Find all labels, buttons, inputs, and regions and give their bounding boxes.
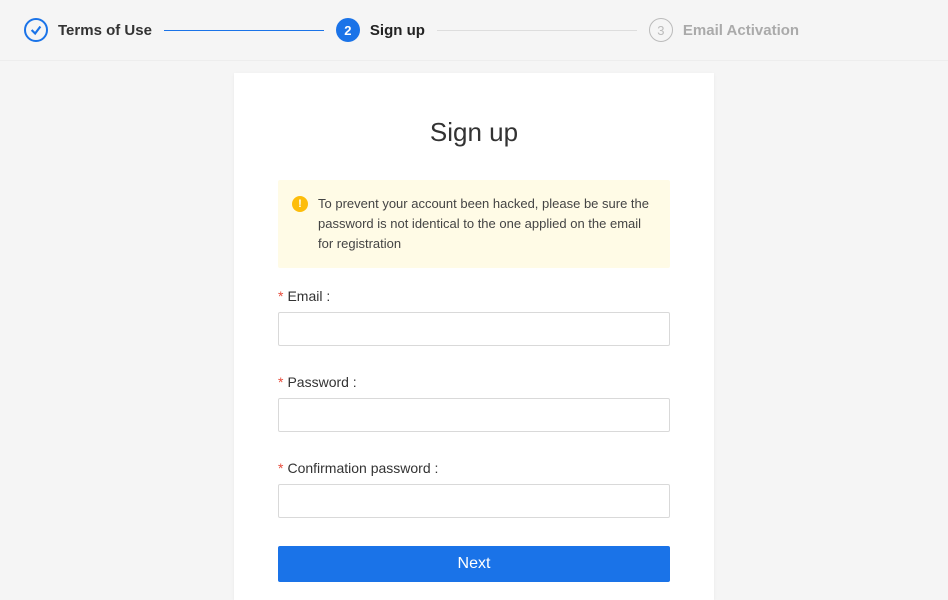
- step-label: Terms of Use: [58, 22, 152, 39]
- required-marker: *: [278, 288, 283, 304]
- confirm-password-field[interactable]: [278, 484, 670, 518]
- page-title: Sign up: [278, 117, 670, 148]
- signup-card: Sign up ! To prevent your account been h…: [234, 73, 714, 600]
- password-label: *Password :: [278, 374, 670, 390]
- progress-stepper: Terms of Use 2 Sign up 3 Email Activatio…: [0, 0, 948, 61]
- step-label: Sign up: [370, 22, 425, 39]
- step-number-icon: 2: [336, 18, 360, 42]
- alert-text: To prevent your account been hacked, ple…: [318, 194, 654, 254]
- email-label: *Email :: [278, 288, 670, 304]
- password-warning-alert: ! To prevent your account been hacked, p…: [278, 180, 670, 268]
- password-field[interactable]: [278, 398, 670, 432]
- required-marker: *: [278, 374, 283, 390]
- step-email-activation: 3 Email Activation: [649, 18, 799, 42]
- confirm-password-label: *Confirmation password :: [278, 460, 670, 476]
- next-button[interactable]: Next: [278, 546, 670, 582]
- warning-icon: !: [292, 196, 308, 212]
- password-group: *Password :: [278, 374, 670, 432]
- email-field[interactable]: [278, 312, 670, 346]
- stepper-connector: [437, 30, 637, 31]
- label-text: Confirmation password: [287, 460, 430, 476]
- email-group: *Email :: [278, 288, 670, 346]
- step-terms-of-use: Terms of Use: [24, 18, 152, 42]
- step-number-icon: 3: [649, 18, 673, 42]
- step-label: Email Activation: [683, 22, 799, 39]
- confirm-password-group: *Confirmation password :: [278, 460, 670, 518]
- check-icon: [24, 18, 48, 42]
- label-text: Password: [287, 374, 348, 390]
- required-marker: *: [278, 460, 283, 476]
- label-text: Email: [287, 288, 322, 304]
- stepper-connector: [164, 30, 324, 31]
- step-sign-up: 2 Sign up: [336, 18, 425, 42]
